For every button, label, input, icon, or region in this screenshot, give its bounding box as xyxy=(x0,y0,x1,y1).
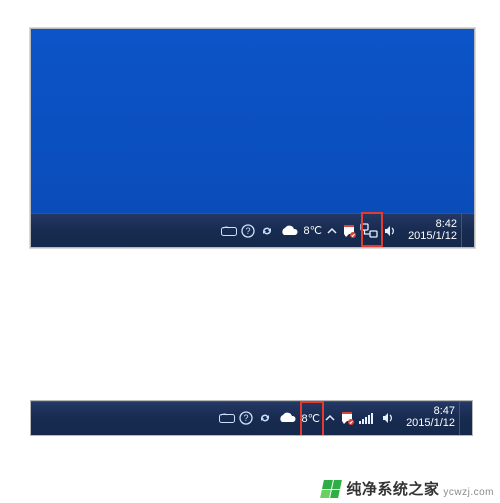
action-center-icon[interactable] xyxy=(340,222,357,239)
svg-text:?: ? xyxy=(246,226,251,236)
weather-cloud-icon[interactable] xyxy=(278,222,300,239)
weather-cloud-icon[interactable] xyxy=(276,410,298,427)
screenshot-1: ? 8℃ xyxy=(30,28,475,248)
show-hidden-icon[interactable] xyxy=(326,222,338,239)
action-center-icon[interactable] xyxy=(338,410,355,427)
clock[interactable]: 8:42 2015/1/12 xyxy=(403,219,459,242)
screenshot-2: ? 8℃ xyxy=(30,400,473,436)
sync-icon[interactable] xyxy=(259,222,276,239)
show-desktop-button[interactable] xyxy=(461,214,470,248)
watermark-text: 纯净系统之家 xyxy=(346,478,439,499)
ime-icon[interactable] xyxy=(219,410,236,427)
watermark-logo-icon xyxy=(320,480,342,498)
volume-icon[interactable] xyxy=(379,410,396,427)
show-desktop-button[interactable] xyxy=(459,401,468,435)
temperature-label: 8℃ xyxy=(302,412,320,425)
help-icon[interactable]: ? xyxy=(238,410,255,427)
volume-icon[interactable] xyxy=(381,222,398,239)
network-wired-icon[interactable] xyxy=(359,222,379,239)
taskbar: ? 8℃ xyxy=(31,213,474,247)
clock-time: 8:42 xyxy=(436,219,457,231)
watermark: 纯净系统之家 ycwzj.com xyxy=(322,478,494,499)
svg-text:?: ? xyxy=(244,413,249,423)
network-wifi-icon[interactable] xyxy=(357,410,377,427)
clock-date: 2015/1/12 xyxy=(408,231,457,243)
clock[interactable]: 8:47 2015/1/12 xyxy=(401,406,457,429)
ime-icon[interactable] xyxy=(221,222,238,239)
temperature-label: 8℃ xyxy=(304,224,322,237)
clock-date: 2015/1/12 xyxy=(406,418,455,430)
sync-icon[interactable] xyxy=(257,410,274,427)
watermark-subtext: ycwzj.com xyxy=(443,487,494,499)
show-hidden-icon[interactable] xyxy=(324,410,336,427)
help-icon[interactable]: ? xyxy=(240,222,257,239)
